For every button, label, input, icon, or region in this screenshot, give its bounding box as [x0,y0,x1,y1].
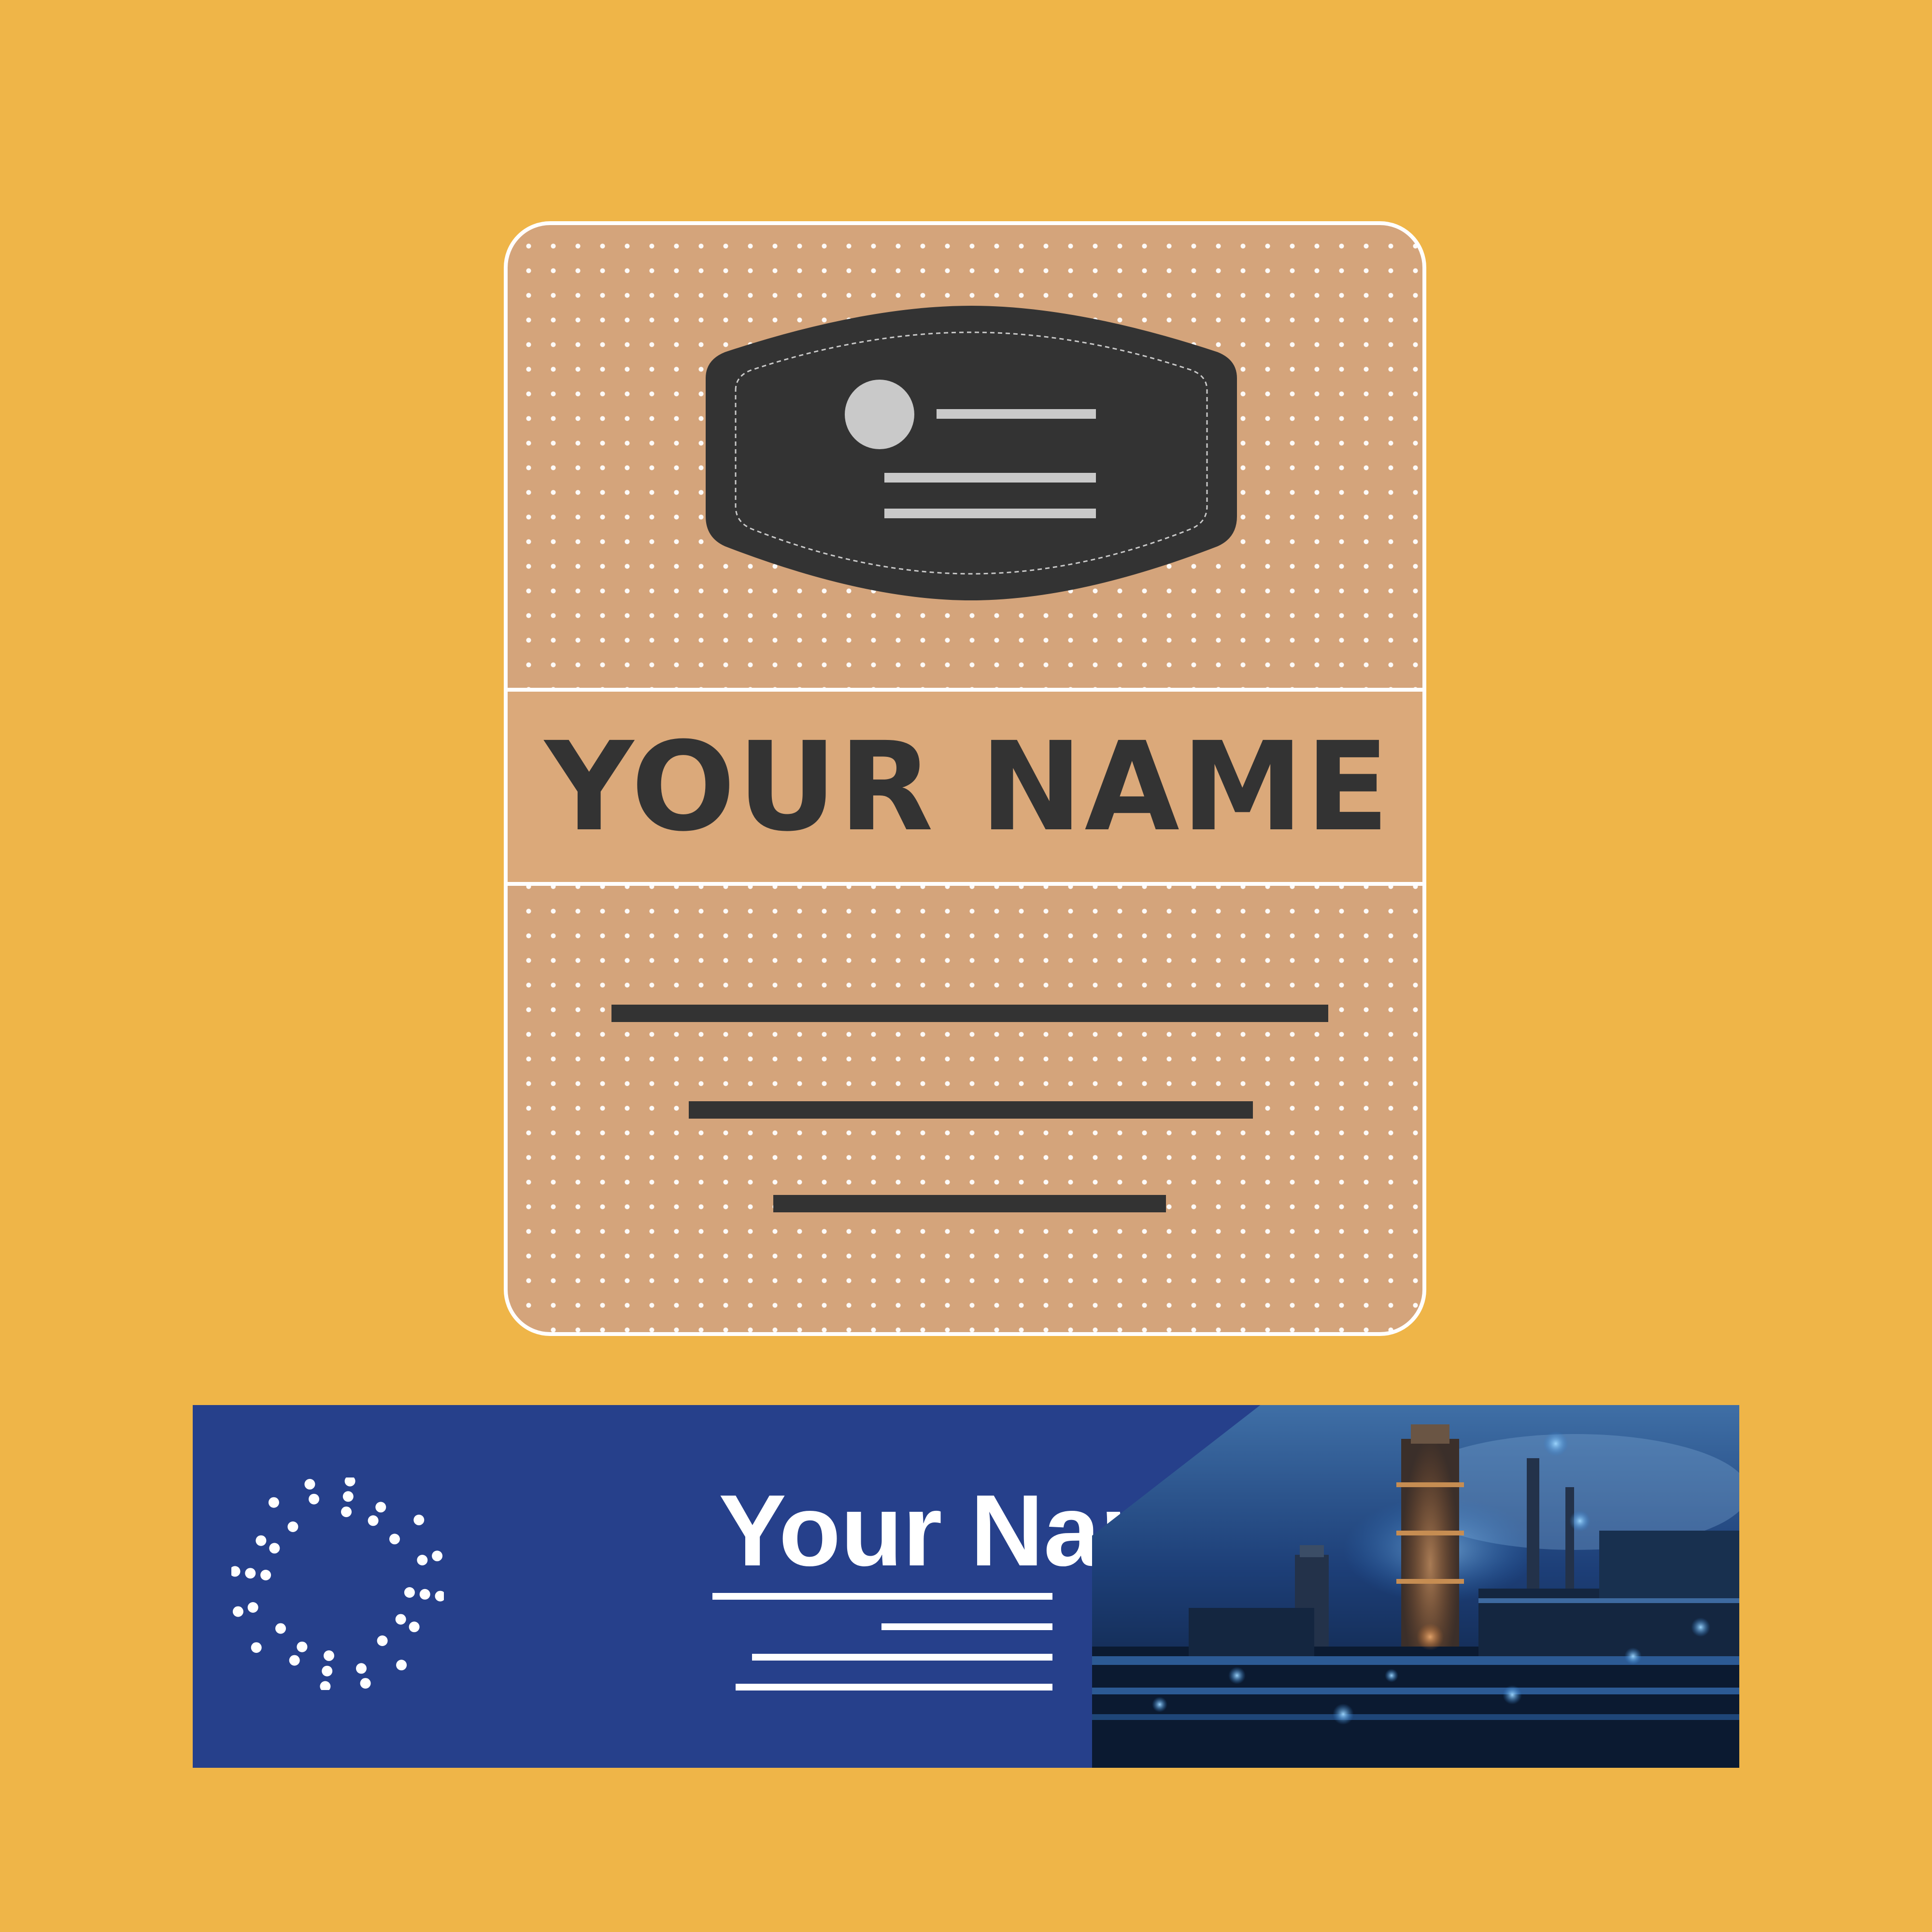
logo-dot [419,1589,430,1600]
logo-dot [269,1543,280,1554]
logo-dot [232,1606,243,1617]
badge-name: YOUR NAME [544,715,1392,858]
logo-dot [395,1614,406,1625]
plate-line-2 [881,1623,1052,1630]
industrial-plant-photo [1092,1405,1739,1768]
logo-dot [322,1665,333,1676]
badge-line-2 [689,1101,1253,1119]
logo-dot [297,1641,308,1652]
logo-dot [256,1535,267,1546]
logo-dot [389,1534,400,1545]
logo-dot [360,1678,371,1689]
mask-line-3 [884,509,1096,518]
badge-line-1 [611,1005,1328,1022]
logo-dot [231,1566,241,1577]
logo-dot [341,1506,352,1518]
logo-dot [432,1550,443,1562]
logo-dot [289,1655,300,1666]
logo-dot [251,1642,262,1653]
plate-line-3 [752,1654,1052,1661]
logo-dot [275,1623,286,1634]
plate-line-1 [712,1593,1052,1600]
dotted-circle-logo-icon [231,1477,444,1690]
logo-dot [268,1497,279,1508]
logo-dot [377,1635,388,1646]
logo-dot [342,1491,354,1502]
mask-line-2 [884,473,1096,483]
plate-line-4 [736,1684,1052,1690]
mask-line-1 [937,409,1096,419]
logo-dot [368,1515,379,1526]
logo-dot [417,1555,428,1565]
logo-dot [375,1502,386,1513]
logo-dot [409,1621,420,1633]
logo-dot [356,1663,367,1674]
horizontal-name-plate: Your Name [193,1405,1739,1768]
logo-dot [344,1477,355,1487]
logo-dot [304,1478,315,1490]
logo-dot [287,1521,298,1532]
vertical-name-badge: YOUR NAME [504,221,1426,1336]
logo-dot [324,1650,334,1661]
logo-dot [309,1493,319,1505]
name-band: YOUR NAME [508,688,1422,886]
logo-dot [260,1570,271,1580]
logo-dot [404,1587,415,1598]
badge-line-3 [773,1195,1166,1212]
avatar-placeholder-icon [845,380,914,449]
id-card-mask-icon [706,306,1237,600]
logo-dot [413,1514,425,1525]
logo-dot [435,1591,444,1602]
logo-dot [245,1568,256,1579]
logo-dot [396,1660,407,1671]
logo-dot [320,1681,331,1690]
canvas-background: YOUR NAME Your Name [0,0,1932,1932]
logo-dot [247,1602,258,1613]
